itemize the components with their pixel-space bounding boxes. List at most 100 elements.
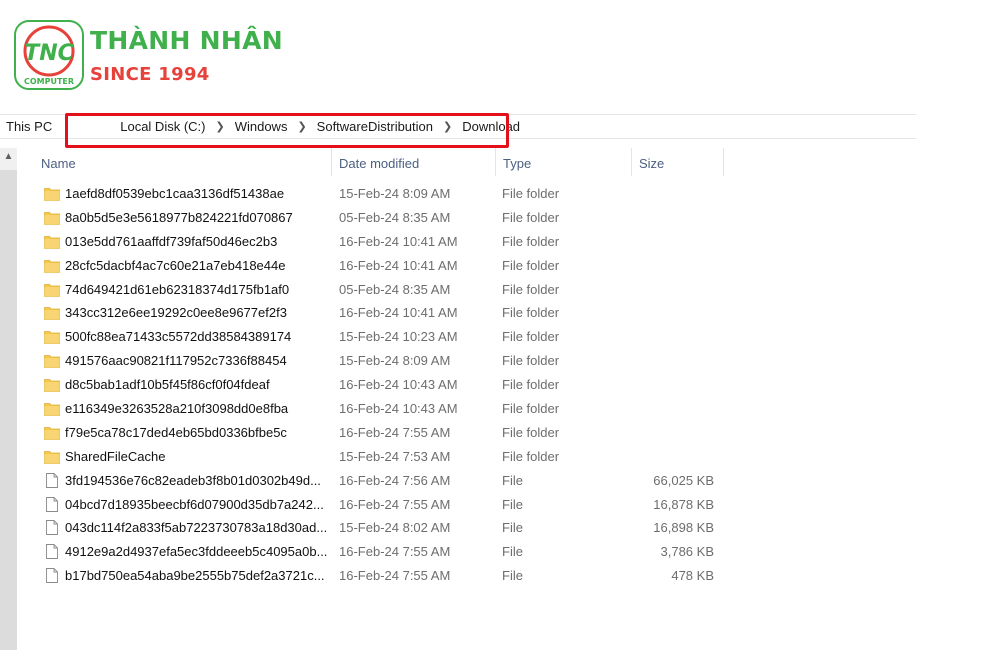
file-row[interactable]: f79e5ca78c17ded4eb65bd0336bfbe5c 16-Feb-2… — [40, 421, 740, 445]
file-row[interactable]: 1aefd8df0539ebc1caa3136df51438ae 15-Feb-2… — [40, 182, 740, 206]
file-name: 28cfc5dacbf4ac7c60e21a7eb418e44e — [65, 257, 286, 273]
brand-name: THÀNH NHÂN — [90, 26, 283, 55]
file-row[interactable]: 4912e9a2d4937efa5ec3fddeeeb5c4095a0b... 1… — [40, 540, 740, 564]
file-date-modified: 15-Feb-24 8:09 AM — [339, 186, 451, 201]
file-name: d8c5bab1adf10b5f45f86cf0f04fdeaf — [65, 377, 270, 393]
file-name: SharedFileCache — [65, 448, 166, 464]
file-row[interactable]: 28cfc5dacbf4ac7c60e21a7eb418e44e 16-Feb-2… — [40, 254, 740, 278]
file-row[interactable]: 500fc88ea71433c5572dd38584389174 15-Feb-2… — [40, 325, 740, 349]
file-date-modified: 16-Feb-24 7:56 AM — [339, 472, 451, 488]
breadcrumb-windows[interactable]: Windows — [231, 119, 292, 134]
file-name: 74d649421d61eb62318374d175fb1af0 — [65, 281, 290, 297]
vertical-scrollbar[interactable]: ▲ — [0, 148, 17, 650]
file-date-modified: 15-Feb-24 8:09 AM — [339, 353, 451, 369]
column-divider[interactable] — [723, 148, 724, 176]
file-date-modified: 16-Feb-24 10:41 AM — [339, 305, 458, 321]
file-row[interactable]: d8c5bab1adf10b5f45f86cf0f04fdeaf 16-Feb-2… — [40, 373, 740, 397]
file-type: File folder — [502, 329, 560, 345]
file-name: 1aefd8df0539ebc1caa3136df51438ae — [65, 186, 285, 201]
file-row[interactable]: b17bd750ea54aba9be2555b75def2a3721c... 16… — [40, 564, 740, 588]
file-icon — [44, 568, 60, 584]
breadcrumb-softwaredistribution[interactable]: SoftwareDistribution — [313, 119, 437, 134]
file-type: File folder — [502, 353, 560, 369]
badge-text: TNC — [24, 41, 74, 66]
file-size: 16,898 KB — [653, 520, 714, 536]
brand-since: SINCE 1994 — [90, 64, 210, 85]
file-name: 4912e9a2d4937efa5ec3fddeeeb5c4095a0b... — [65, 544, 328, 560]
breadcrumb-this-pc[interactable]: This PC — [0, 119, 56, 134]
file-row[interactable]: 013e5dd761aaffdf739faf50d46ec2b3 16-Feb-2… — [40, 230, 740, 254]
file-icon — [44, 496, 60, 512]
file-row[interactable]: 3fd194536e76c82eadeb3f8b01d0302b49d... 16… — [40, 469, 740, 493]
badge-subtext: COMPUTER — [24, 77, 74, 86]
file-row[interactable]: 8a0b5d5e3e5618977b824221fd070867 05-Feb-2… — [40, 206, 740, 230]
file-name: b17bd750ea54aba9be2555b75def2a3721c... — [65, 568, 325, 584]
file-name: 8a0b5d5e3e5618977b824221fd070867 — [65, 209, 293, 225]
file-row[interactable]: 043dc114f2a833f5ab7223730783a18d30ad... 1… — [40, 516, 740, 540]
file-date-modified: 16-Feb-24 10:43 AM — [339, 377, 458, 393]
file-date-modified: 16-Feb-24 10:41 AM — [339, 233, 458, 249]
column-header-type[interactable]: Type — [495, 150, 631, 176]
file-name: 500fc88ea71433c5572dd38584389174 — [65, 329, 292, 345]
file-name: 013e5dd761aaffdf739faf50d46ec2b3 — [65, 233, 278, 249]
file-size: 66,025 KB — [653, 472, 714, 488]
file-row[interactable]: 74d649421d61eb62318374d175fb1af0 05-Feb-2… — [40, 278, 740, 302]
file-type: File — [502, 544, 523, 560]
file-icon — [44, 472, 60, 488]
file-list: 1aefd8df0539ebc1caa3136df51438ae 15-Feb-2… — [40, 182, 740, 588]
file-name: 3fd194536e76c82eadeb3f8b01d0302b49d... — [65, 472, 321, 488]
chevron-right-icon[interactable]: ❯ — [209, 120, 230, 133]
file-date-modified: 16-Feb-24 10:41 AM — [339, 257, 458, 273]
folder-icon — [44, 305, 60, 321]
breadcrumb-local-disk[interactable]: Local Disk (C:) — [116, 119, 209, 134]
folder-icon — [44, 186, 60, 201]
file-date-modified: 16-Feb-24 7:55 AM — [339, 544, 451, 560]
file-icon — [44, 544, 60, 560]
file-type: File folder — [502, 305, 560, 321]
file-row[interactable]: 343cc312e6ee19292c0ee8e9677ef2f3 16-Feb-2… — [40, 301, 740, 325]
folder-icon — [44, 258, 60, 273]
file-name: e116349e3263528a210f3098dd0e8fba — [65, 401, 289, 417]
file-type: File folder — [502, 257, 560, 273]
breadcrumb: This PC Local Disk (C:) ❯ Windows ❯ Soft… — [0, 114, 916, 139]
chevron-right-icon[interactable]: ❯ — [291, 120, 312, 133]
file-type: File folder — [502, 233, 560, 249]
file-type: File folder — [502, 448, 560, 464]
file-date-modified: 05-Feb-24 8:35 AM — [339, 281, 451, 297]
folder-icon — [44, 425, 60, 440]
file-date-modified: 16-Feb-24 10:43 AM — [339, 401, 458, 417]
folder-icon — [44, 329, 60, 345]
file-row[interactable]: e116349e3263528a210f3098dd0e8fba 16-Feb-2… — [40, 397, 740, 421]
file-row[interactable]: 491576aac90821f117952c7336f88454 15-Feb-2… — [40, 349, 740, 373]
file-icon — [44, 520, 60, 536]
chevron-right-icon[interactable]: ❯ — [437, 120, 458, 133]
folder-icon — [44, 377, 60, 393]
column-header-date-modified[interactable]: Date modified — [331, 150, 495, 176]
file-date-modified: 15-Feb-24 8:02 AM — [339, 520, 451, 536]
file-name: 043dc114f2a833f5ab7223730783a18d30ad... — [65, 520, 328, 536]
tnc-badge-icon: TNC COMPUTER — [14, 20, 84, 90]
file-size: 478 KB — [671, 568, 714, 584]
folder-icon — [44, 449, 60, 464]
file-date-modified: 15-Feb-24 10:23 AM — [339, 329, 458, 345]
scrollbar-thumb[interactable] — [0, 170, 17, 650]
file-type: File folder — [502, 401, 560, 417]
file-row[interactable]: SharedFileCache 15-Feb-24 7:53 AM File fol… — [40, 445, 740, 469]
file-date-modified: 16-Feb-24 7:55 AM — [339, 496, 451, 512]
folder-icon — [44, 210, 60, 225]
file-name: 04bcd7d18935beecbf6d07900d35db7a242... — [65, 496, 324, 512]
file-row[interactable]: 04bcd7d18935beecbf6d07900d35db7a242... 16… — [40, 493, 740, 517]
file-type: File — [502, 472, 523, 488]
file-type: File folder — [502, 209, 560, 225]
file-date-modified: 16-Feb-24 7:55 AM — [339, 424, 451, 440]
column-header-size[interactable]: Size — [631, 150, 723, 176]
file-type: File folder — [502, 281, 560, 297]
breadcrumb-download[interactable]: Download — [458, 119, 524, 134]
column-header-name[interactable]: Name — [33, 150, 331, 176]
folder-icon — [44, 234, 60, 249]
file-type: File folder — [502, 424, 560, 440]
file-name: 343cc312e6ee19292c0ee8e9677ef2f3 — [65, 305, 287, 321]
scroll-up-arrow-icon[interactable]: ▲ — [0, 148, 17, 165]
folder-icon — [44, 401, 60, 416]
file-type: File — [502, 520, 523, 536]
